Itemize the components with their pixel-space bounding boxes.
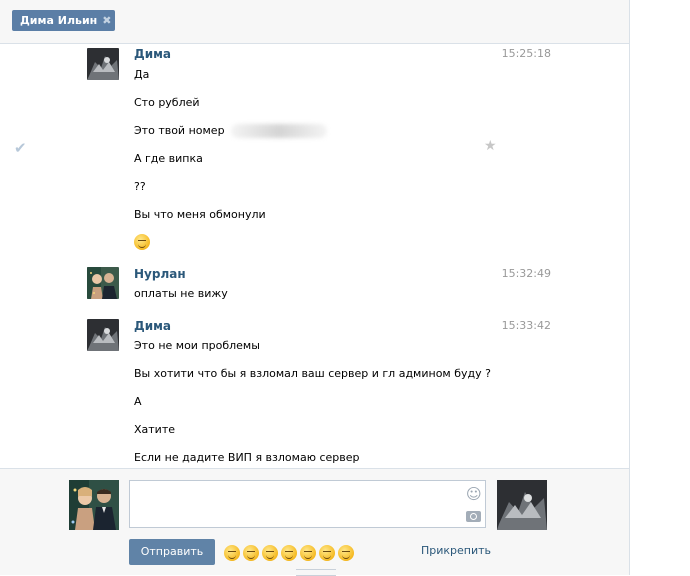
message-history: Дима 15:25:18 Да Сто рублей Это твой ном… xyxy=(0,44,629,468)
avatar[interactable] xyxy=(87,267,119,299)
peer-avatar[interactable] xyxy=(497,480,547,530)
message-text: Если не дадите ВИП я взломаю сервер xyxy=(134,451,360,464)
message-text: Сто рублей xyxy=(134,96,200,109)
tears-of-joy-emoji-icon[interactable] xyxy=(319,544,335,561)
send-button[interactable]: Отправить xyxy=(129,539,215,565)
message-text: Это не мои проблемы xyxy=(134,339,260,352)
message-text: Хатите xyxy=(134,423,176,436)
avatar[interactable] xyxy=(87,319,119,351)
message-emoji xyxy=(134,234,150,250)
pensive-emoji-icon xyxy=(134,234,150,250)
message-text: А xyxy=(134,395,142,408)
message-text-with-number: Это твой номер xyxy=(134,124,327,138)
message-text: А где випка xyxy=(134,152,203,165)
message-text: Вы что меня обмонули xyxy=(134,208,266,221)
recipient-chip[interactable]: Дима Ильин ✖ xyxy=(12,10,115,31)
laughing-emoji-icon[interactable] xyxy=(224,544,240,561)
avatar[interactable] xyxy=(87,48,119,80)
message-text: Вы хотити что бы я взломал ваш сервер и … xyxy=(134,367,491,380)
read-check-icon[interactable]: ✔ xyxy=(14,139,27,157)
message-author[interactable]: Дима xyxy=(134,47,171,61)
emoji-picker-icon[interactable]: ☺ xyxy=(466,485,482,503)
message-time[interactable]: 15:33:42 xyxy=(502,319,551,332)
message-time[interactable]: 15:32:49 xyxy=(502,267,551,280)
message-group: Дима 15:25:18 Да Сто рублей Это твой ном… xyxy=(0,44,629,262)
grin-emoji-icon[interactable] xyxy=(243,544,259,561)
messenger-window: Дима Ильин ✖ Дима 15:25:18 Да Сто рублей … xyxy=(0,0,630,576)
attach-link[interactable]: Прикрепить xyxy=(421,544,491,557)
smile-emoji-icon[interactable] xyxy=(338,544,354,561)
message-composer: ☺ Отправить Прикрепить xyxy=(0,468,629,576)
close-icon[interactable]: ✖ xyxy=(102,14,111,27)
camera-icon[interactable] xyxy=(466,511,481,522)
message-text: Да xyxy=(134,68,150,81)
sunglasses-emoji-icon[interactable] xyxy=(300,544,316,561)
thumbs-up-emoji-icon[interactable] xyxy=(281,544,297,561)
message-text: ?? xyxy=(134,180,146,193)
recipient-name: Дима Ильин xyxy=(20,14,98,27)
wink-emoji-icon[interactable] xyxy=(262,544,278,561)
message-group: Дима 15:33:42 Это не мои проблемы Вы хот… xyxy=(0,316,629,468)
redacted-phone-number xyxy=(230,124,327,138)
star-icon[interactable]: ★ xyxy=(484,138,497,154)
my-avatar[interactable] xyxy=(69,480,119,530)
message-text: Это твой номер xyxy=(134,124,225,137)
message-text: оплаты не вижу xyxy=(134,287,228,300)
message-author[interactable]: Дима xyxy=(134,319,171,333)
quick-emoji-bar xyxy=(224,542,357,561)
header-bar: Дима Ильин ✖ xyxy=(0,0,629,44)
message-group: Нурлан 15:32:49 оплаты не вижу xyxy=(0,264,629,316)
message-time[interactable]: 15:25:18 xyxy=(502,47,551,60)
message-author[interactable]: Нурлан xyxy=(134,267,186,281)
message-input[interactable] xyxy=(129,480,486,528)
